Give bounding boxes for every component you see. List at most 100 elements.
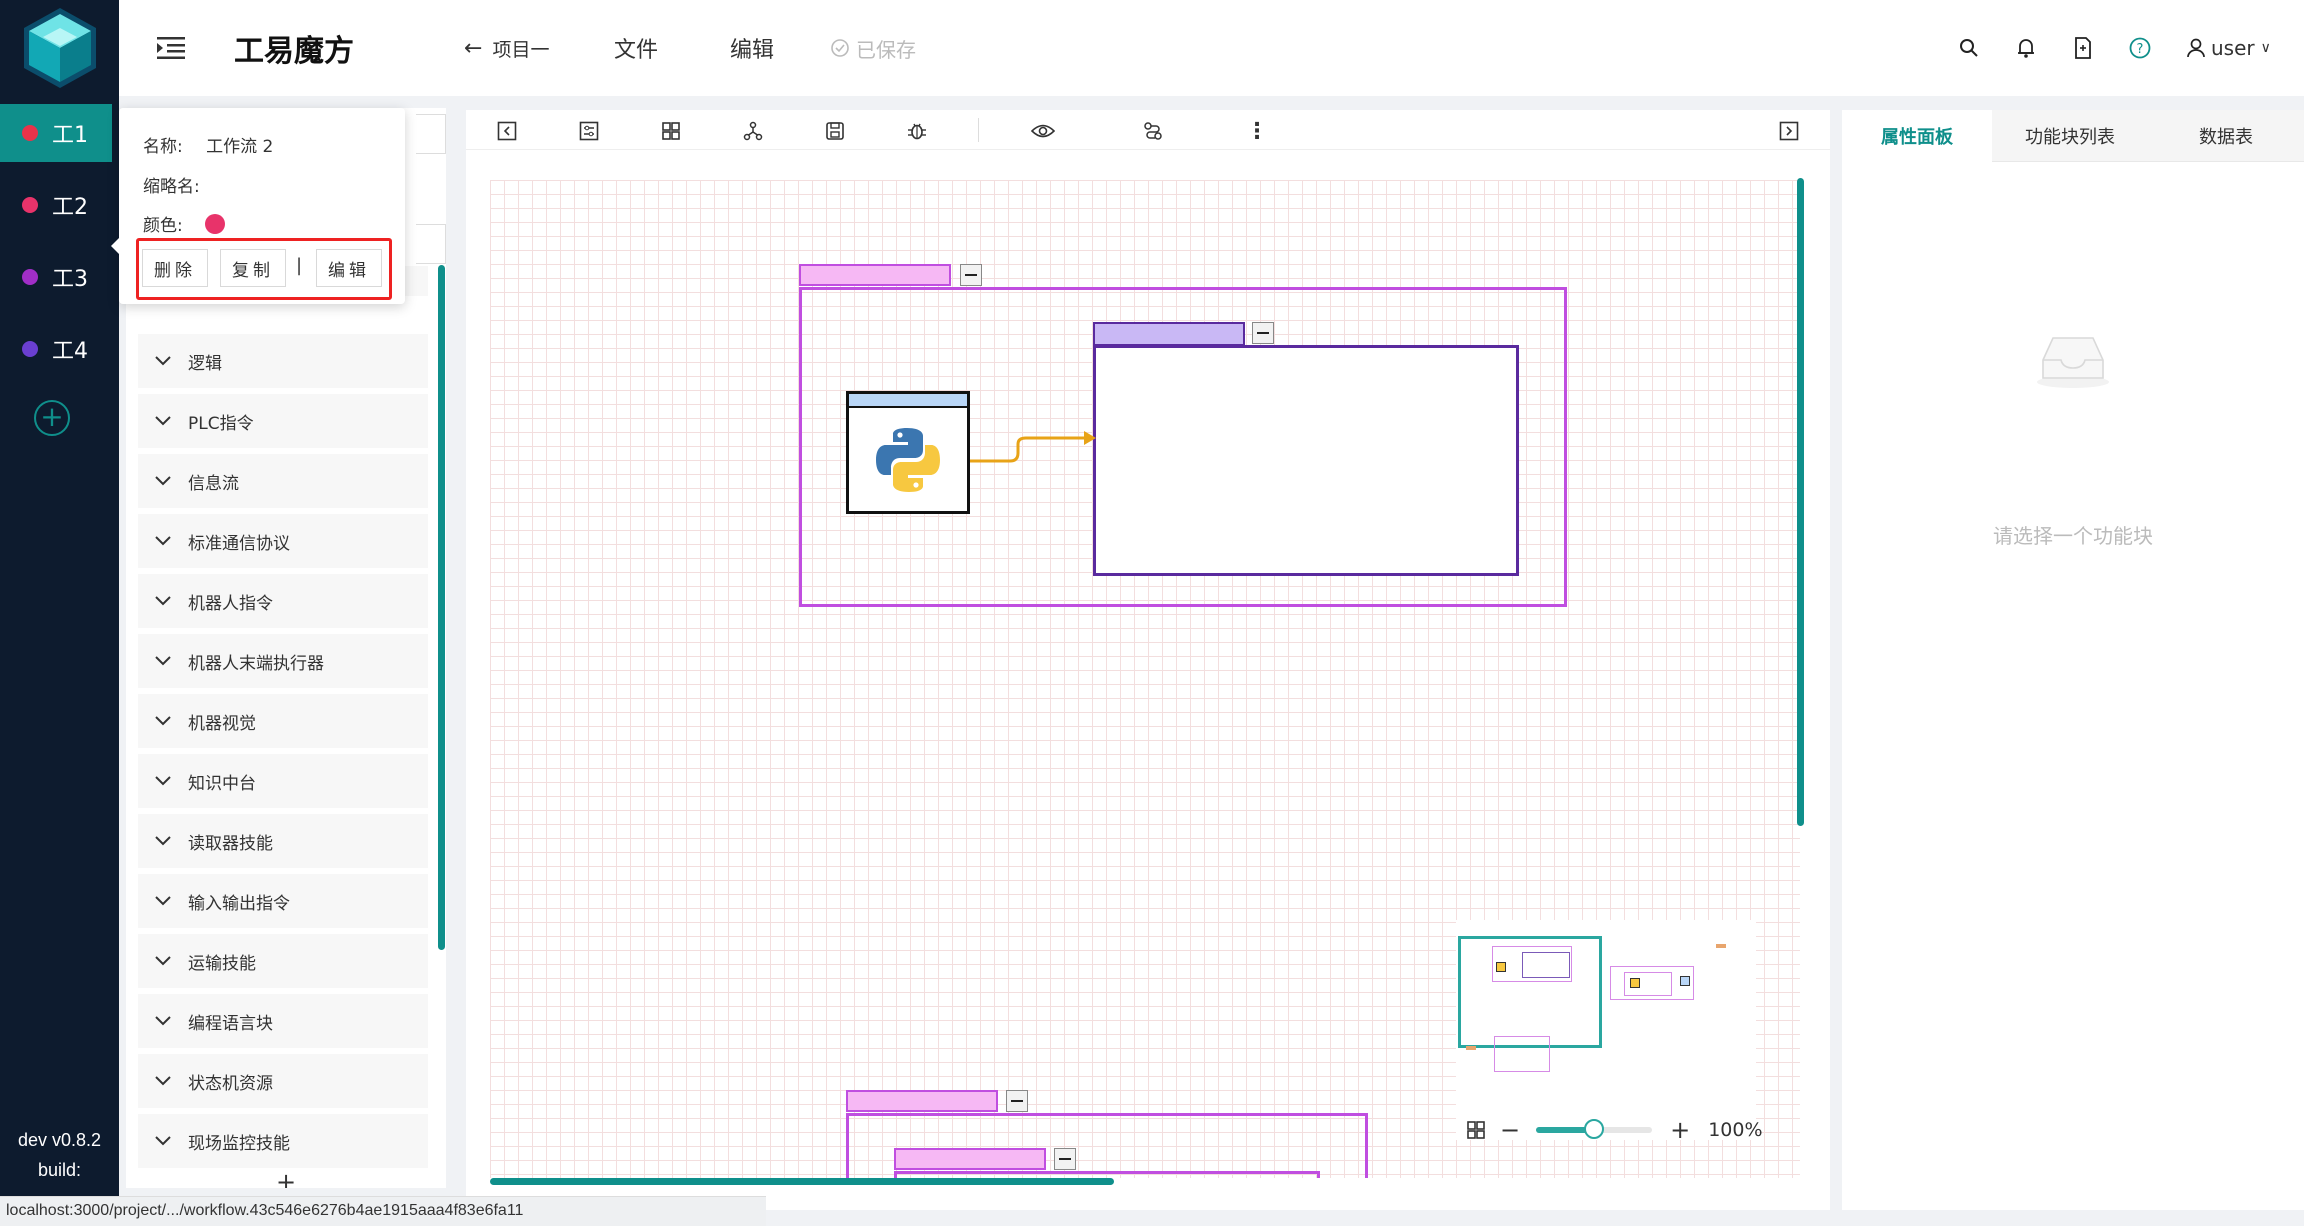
group-collapse-button[interactable] xyxy=(1054,1148,1076,1170)
plus-icon: + xyxy=(276,1168,297,1188)
zoom-in-button[interactable]: + xyxy=(1670,1116,1690,1144)
menu-toggle-button[interactable] xyxy=(155,32,187,64)
layout-tree-button[interactable] xyxy=(740,118,766,144)
zoom-slider[interactable] xyxy=(1536,1119,1653,1139)
copy-button[interactable]: 复制 xyxy=(220,249,286,287)
fit-view-icon xyxy=(662,122,680,140)
palette-item[interactable]: 机器人指令 xyxy=(138,574,428,628)
color-swatch[interactable] xyxy=(204,213,225,234)
eye-icon xyxy=(1031,124,1055,138)
workflow-color-dot xyxy=(22,341,38,357)
popover-color-row: 颜色: xyxy=(143,211,225,236)
save-disk-icon xyxy=(826,122,844,140)
group-header[interactable] xyxy=(846,1090,998,1112)
palette-scrollbar[interactable] xyxy=(438,265,445,950)
menu-edit[interactable]: 编辑 xyxy=(730,0,774,96)
chevron-down-icon xyxy=(138,656,188,666)
palette-add-button[interactable]: + xyxy=(276,1168,296,1188)
minimap[interactable] xyxy=(1456,920,1756,1140)
canvas-horizontal-scrollbar[interactable] xyxy=(490,1178,1114,1185)
fit-view-button[interactable] xyxy=(658,118,684,144)
palette-item-label: 机器人指令 xyxy=(188,593,273,614)
minimap-node xyxy=(1466,1046,1476,1050)
inner-group-header[interactable] xyxy=(1093,322,1245,346)
toolbar-divider xyxy=(978,118,979,142)
tab-properties[interactable]: 属性面板 xyxy=(1842,110,1992,162)
empty-inbox-icon xyxy=(2037,337,2109,388)
workflow-color-dot xyxy=(22,125,38,141)
connector-line[interactable] xyxy=(970,420,1110,480)
help-button[interactable]: ? xyxy=(2124,32,2156,64)
edit-button[interactable]: 编辑 xyxy=(316,249,382,287)
connections-button[interactable] xyxy=(1140,118,1166,144)
collapse-left-button[interactable] xyxy=(494,118,520,144)
group-header[interactable] xyxy=(799,264,951,286)
palette-item[interactable]: 输入输出指令 xyxy=(138,874,428,928)
outer-group-block[interactable] xyxy=(894,1171,1320,1178)
zoom-controls: − + 100% xyxy=(1466,1112,1766,1148)
delete-button[interactable]: 删除 xyxy=(142,249,208,287)
arrow-left-icon: ← xyxy=(464,35,483,61)
back-to-project-link[interactable]: ← 项目一 xyxy=(464,0,549,96)
save-status-label: 已保存 xyxy=(856,37,916,62)
debug-button[interactable] xyxy=(904,118,930,144)
minimap-block xyxy=(1522,952,1570,978)
palette-item-label: 机器视觉 xyxy=(188,713,256,734)
palette-item-label: 状态机资源 xyxy=(188,1073,273,1094)
user-menu[interactable]: user ∨ xyxy=(2187,0,2271,96)
search-button[interactable] xyxy=(1953,32,1985,64)
chevron-down-icon xyxy=(138,536,188,546)
inner-group-collapse-button[interactable] xyxy=(1252,322,1274,344)
bug-icon xyxy=(908,123,926,140)
search-icon xyxy=(1960,39,1978,57)
palette-item[interactable]: 标准通信协议 xyxy=(138,514,428,568)
minimap-node xyxy=(1680,976,1690,986)
save-canvas-button[interactable] xyxy=(822,118,848,144)
palette-item[interactable]: PLC指令 xyxy=(138,394,428,448)
settings-sliders-button[interactable] xyxy=(576,118,602,144)
workflow-tab-4[interactable]: 工4 xyxy=(0,320,119,378)
chevron-down-icon xyxy=(138,356,188,366)
right-panel: 属性面板 功能块列表 数据表 请选择一个功能块 xyxy=(1842,110,2304,1210)
group-header[interactable] xyxy=(894,1148,1046,1170)
document-button[interactable] xyxy=(2067,32,2099,64)
palette-item[interactable]: 现场监控技能 xyxy=(138,1114,428,1168)
palette-item[interactable]: 运输技能 xyxy=(138,934,428,988)
palette-item-label: 现场监控技能 xyxy=(188,1133,290,1154)
palette-item[interactable]: 信息流 xyxy=(138,454,428,508)
workflow-tab-1[interactable]: 工1 xyxy=(0,104,112,162)
inner-group-block[interactable] xyxy=(1093,345,1519,576)
palette-item[interactable]: 机器人末端执行器 xyxy=(138,634,428,688)
notifications-button[interactable] xyxy=(2010,32,2042,64)
add-workflow-button[interactable]: + xyxy=(34,400,70,436)
preview-button[interactable] xyxy=(1030,118,1056,144)
palette-item[interactable]: 读取器技能 xyxy=(138,814,428,868)
palette-item[interactable]: 逻辑 xyxy=(138,334,428,388)
workflow-tab-2[interactable]: 工2 xyxy=(0,176,119,234)
canvas-vertical-scrollbar[interactable] xyxy=(1797,178,1804,826)
palette-item-label: 信息流 xyxy=(188,473,239,494)
menu-file[interactable]: 文件 xyxy=(614,0,658,96)
chevron-down-icon xyxy=(138,836,188,846)
user-label: user xyxy=(2211,36,2255,60)
palette-item[interactable]: 机器视觉 xyxy=(138,694,428,748)
workflow-tab-3[interactable]: 工3 xyxy=(0,248,119,306)
workflow-tab-label: 工2 xyxy=(52,195,88,220)
panel-collapse-left-icon xyxy=(497,121,517,141)
color-label: 颜色: xyxy=(143,216,183,236)
palette-item[interactable]: 编程语言块 xyxy=(138,994,428,1048)
collapse-right-button[interactable] xyxy=(1776,118,1802,144)
group-collapse-button[interactable] xyxy=(960,264,982,286)
tab-function-blocks[interactable]: 功能块列表 xyxy=(1992,110,2148,162)
cube-logo-icon xyxy=(23,8,96,88)
palette-item[interactable]: 知识中台 xyxy=(138,754,428,808)
group-collapse-button[interactable] xyxy=(1006,1090,1028,1112)
more-options-button[interactable]: ⋮ xyxy=(1244,118,1270,144)
fit-screen-icon[interactable] xyxy=(1466,1120,1486,1140)
tab-data-table[interactable]: 数据表 xyxy=(2148,110,2304,162)
palette-item[interactable]: 状态机资源 xyxy=(138,1054,428,1108)
workflow-tab-label: 工4 xyxy=(52,339,88,364)
zoom-out-button[interactable]: − xyxy=(1500,1116,1520,1144)
zoom-slider-handle[interactable] xyxy=(1584,1119,1605,1139)
python-node[interactable] xyxy=(846,391,970,514)
